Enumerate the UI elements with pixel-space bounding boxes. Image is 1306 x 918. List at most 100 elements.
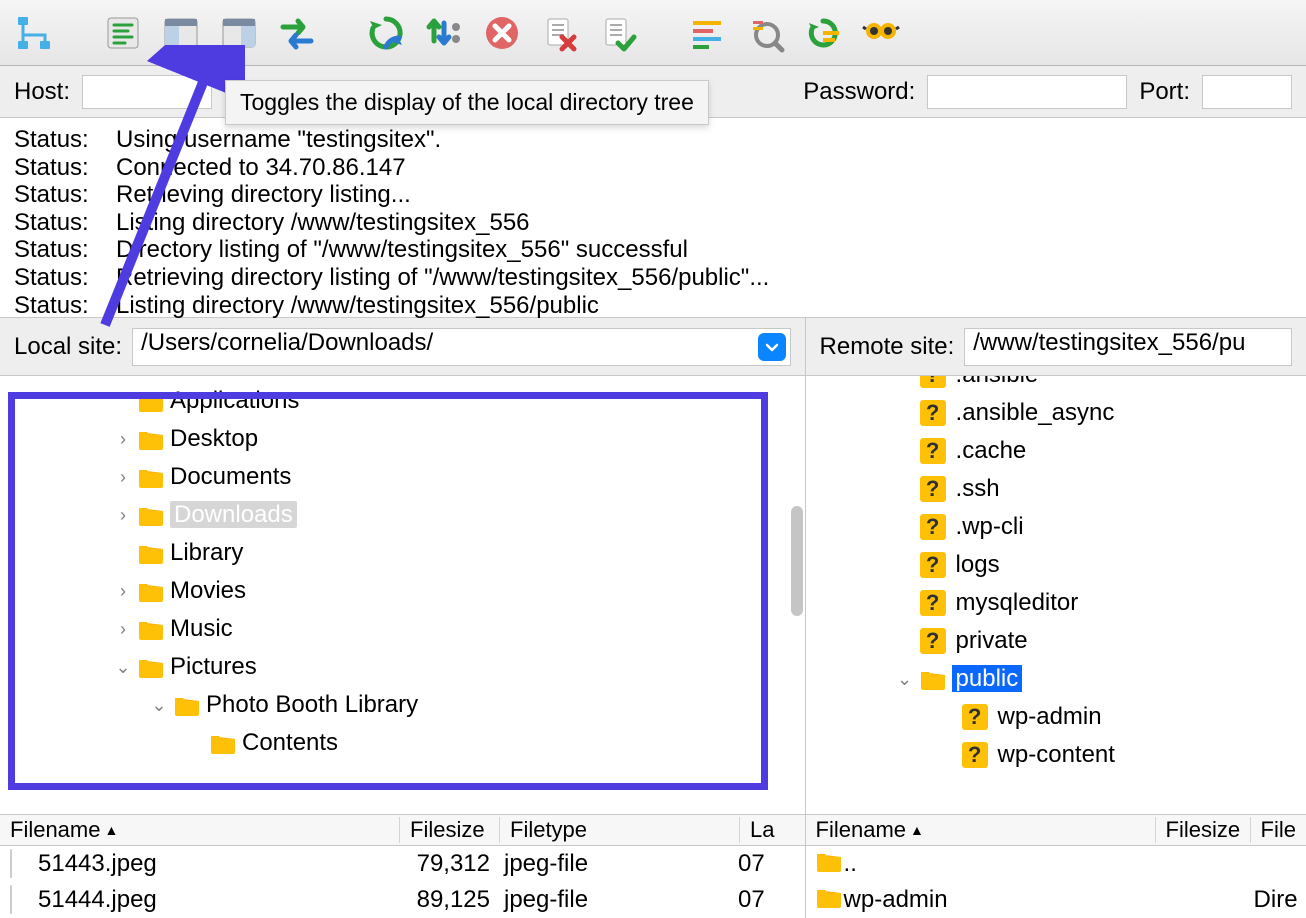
- tree-item[interactable]: ›Music: [0, 610, 805, 648]
- chevron-icon[interactable]: ⌄: [896, 669, 914, 690]
- host-input[interactable]: [82, 75, 212, 109]
- unknown-folder-icon: ?: [962, 704, 988, 730]
- local-file-header[interactable]: Filename▲ Filesize Filetype La: [0, 814, 805, 846]
- col-lastmod[interactable]: La: [750, 817, 774, 843]
- file-icon: [10, 885, 12, 914]
- chevron-icon[interactable]: ›: [114, 505, 132, 526]
- message-log: Status: Using username "testingsitex". Sta…: [0, 118, 1306, 318]
- file-name: wp-admin: [844, 886, 1164, 914]
- tree-item-label: Applications: [170, 387, 299, 415]
- tree-item-label: .cache: [956, 437, 1027, 465]
- tree-item[interactable]: ?mysqleditor: [806, 584, 1306, 622]
- col-filename[interactable]: Filename: [816, 817, 906, 843]
- col-filesize[interactable]: Filesize: [410, 817, 485, 843]
- password-input[interactable]: [927, 75, 1127, 109]
- process-queue-button[interactable]: [422, 11, 466, 55]
- tree-item[interactable]: ?.ansible_async: [806, 394, 1306, 432]
- tree-item[interactable]: ⌄ Pictures: [0, 648, 805, 686]
- tree-item[interactable]: ⌄public: [806, 660, 1306, 698]
- col-filetype[interactable]: File: [1261, 817, 1296, 843]
- local-tree[interactable]: Applications ›Desktop›Documents›Downloads…: [0, 376, 805, 814]
- tree-item[interactable]: ?wp-admin: [806, 698, 1306, 736]
- tree-item[interactable]: Library: [0, 534, 805, 572]
- refresh-button[interactable]: [364, 11, 408, 55]
- local-path-input[interactable]: /Users/cornelia/Downloads/: [132, 328, 790, 366]
- tree-item[interactable]: ›Documents: [0, 458, 805, 496]
- scrollbar-thumb[interactable]: [791, 506, 803, 616]
- chevron-icon[interactable]: ›: [114, 467, 132, 488]
- toggle-queue-button[interactable]: [275, 11, 319, 55]
- port-input[interactable]: [1202, 75, 1292, 109]
- file-mod: 07: [738, 850, 778, 878]
- file-name: 51444.jpeg: [38, 886, 398, 914]
- sync-browse-button[interactable]: [801, 11, 845, 55]
- tree-item[interactable]: ?.ssh: [806, 470, 1306, 508]
- file-row[interactable]: wp-adminDire: [806, 882, 1306, 918]
- file-row[interactable]: ..: [806, 846, 1306, 882]
- tree-item[interactable]: ⌄Photo Booth Library: [0, 686, 805, 724]
- toggle-remote-tree-button[interactable]: [217, 11, 261, 55]
- remote-tree[interactable]: ?.ansible?.ansible_async?.cache?.ssh?.wp…: [806, 376, 1306, 814]
- tree-item[interactable]: ?logs: [806, 546, 1306, 584]
- tree-item[interactable]: ? .cache: [806, 432, 1306, 470]
- local-pane: Local site: /Users/cornelia/Downloads/ A…: [0, 318, 805, 918]
- chevron-icon[interactable]: ›: [114, 429, 132, 450]
- cancel-button[interactable]: [480, 11, 524, 55]
- col-filesize[interactable]: Filesize: [1166, 817, 1241, 843]
- tooltip: Toggles the display of the local directo…: [225, 80, 709, 125]
- file-type: jpeg-file: [498, 850, 738, 878]
- tree-item-label: Pictures: [170, 653, 257, 681]
- toggle-local-tree-button[interactable]: [159, 11, 203, 55]
- reconnect-button[interactable]: [596, 11, 640, 55]
- unknown-folder-icon: ?: [962, 742, 988, 768]
- remote-file-list[interactable]: ..wp-adminDire: [806, 846, 1306, 918]
- log-msg: Using username "testingsitex".: [116, 126, 441, 154]
- chevron-icon[interactable]: ⌄: [114, 657, 132, 678]
- file-size: 89,125: [398, 886, 498, 914]
- col-filename[interactable]: Filename: [10, 817, 100, 843]
- log-msg: Listing directory /www/testingsitex_556/…: [116, 292, 599, 320]
- tree-item-label: .ansible: [956, 376, 1039, 389]
- unknown-folder-icon: ?: [920, 628, 946, 654]
- search-button[interactable]: [859, 11, 903, 55]
- local-path-text: /Users/cornelia/Downloads/: [141, 329, 433, 356]
- file-row[interactable]: 51443.jpeg79,312jpeg-file07: [0, 846, 805, 882]
- log-label: Status:: [14, 264, 94, 292]
- tree-item[interactable]: Contents: [0, 724, 805, 762]
- toggle-log-button[interactable]: [101, 11, 145, 55]
- tree-item-label: logs: [956, 551, 1000, 579]
- tree-item[interactable]: ?wp-content: [806, 736, 1306, 774]
- sort-asc-icon: ▲: [910, 822, 924, 838]
- file-row[interactable]: 51444.jpeg89,125jpeg-file07: [0, 882, 805, 918]
- tree-item[interactable]: Applications: [0, 382, 805, 420]
- compare-button[interactable]: [743, 11, 787, 55]
- local-file-list[interactable]: 51443.jpeg79,312jpeg-file0751444.jpeg89,…: [0, 846, 805, 918]
- col-filetype[interactable]: Filetype: [510, 817, 587, 843]
- chevron-icon[interactable]: ⌄: [150, 695, 168, 716]
- log-label: Status:: [14, 154, 94, 182]
- file-name: 51443.jpeg: [38, 850, 398, 878]
- folder-icon: [920, 668, 946, 690]
- chevron-icon[interactable]: ›: [114, 619, 132, 640]
- filter-button[interactable]: [685, 11, 729, 55]
- site-manager-button[interactable]: [12, 11, 56, 55]
- tree-item[interactable]: ›Desktop: [0, 420, 805, 458]
- tree-item-label: mysqleditor: [956, 589, 1079, 617]
- folder-icon: [138, 428, 164, 450]
- tree-item[interactable]: ›Movies: [0, 572, 805, 610]
- remote-path-input[interactable]: /www/testingsitex_556/pu: [964, 328, 1292, 366]
- folder-icon: [138, 504, 164, 526]
- tree-item[interactable]: ?.wp-cli: [806, 508, 1306, 546]
- unknown-folder-icon: ?: [920, 438, 946, 464]
- chevron-icon[interactable]: ›: [114, 581, 132, 602]
- folder-icon: [816, 850, 842, 872]
- log-label: Status:: [14, 236, 94, 264]
- main-split: Local site: /Users/cornelia/Downloads/ A…: [0, 318, 1306, 918]
- tree-item[interactable]: ?.ansible: [806, 376, 1306, 394]
- tree-item[interactable]: ›Downloads: [0, 496, 805, 534]
- remote-file-header[interactable]: Filename▲ Filesize File: [806, 814, 1306, 846]
- dropdown-icon[interactable]: [758, 333, 786, 361]
- remote-pane: Remote site: /www/testingsitex_556/pu ?.…: [805, 318, 1306, 918]
- tree-item[interactable]: ?private: [806, 622, 1306, 660]
- disconnect-button[interactable]: [538, 11, 582, 55]
